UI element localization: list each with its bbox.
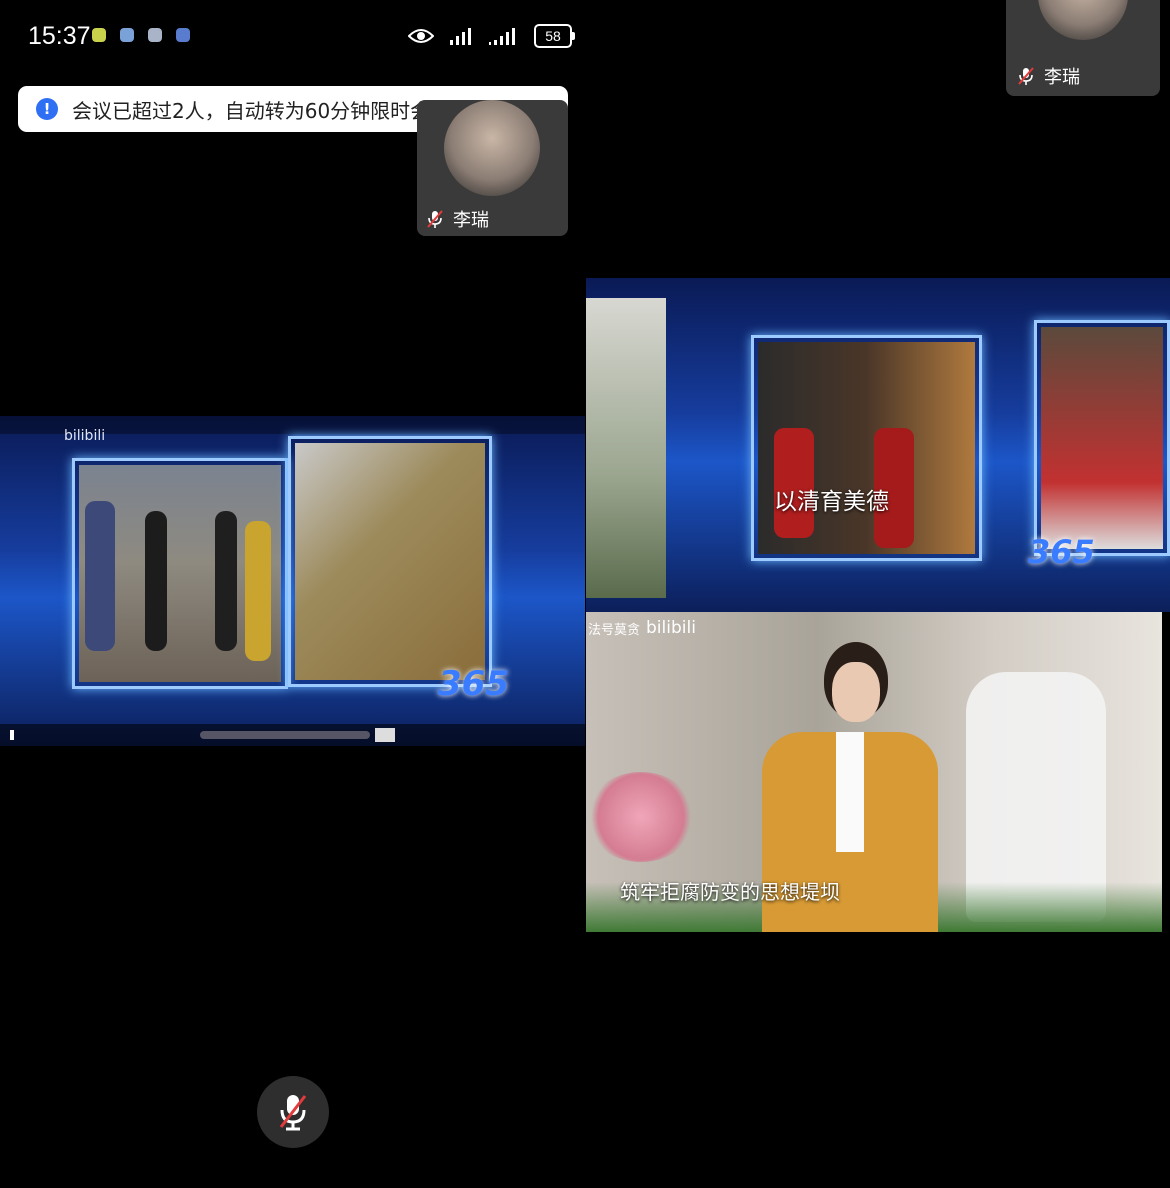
shared-video-right-top[interactable]: 以清育美德 365: [586, 278, 1170, 612]
avatar: [1038, 0, 1128, 40]
mic-muted-icon: [427, 210, 443, 228]
video-frame: [1034, 320, 1170, 556]
video-controls-bar[interactable]: [0, 724, 585, 746]
notification-dot-icon: [92, 28, 106, 42]
video-frame: [72, 458, 288, 689]
video-watermark: 法号莫贪 bilibili: [588, 618, 696, 638]
status-time: 15:37: [28, 22, 91, 50]
eye-icon: [408, 29, 434, 43]
app-icon: [176, 28, 190, 42]
participant-tile[interactable]: 李瑞: [417, 100, 568, 236]
mic-muted-icon: [279, 1095, 307, 1131]
battery-indicator: 58: [534, 24, 572, 48]
participant-name: 李瑞: [453, 210, 489, 231]
video-brand: bilibili: [64, 428, 106, 444]
shared-video-right-bottom[interactable]: 法号莫贪 bilibili 筑牢拒腐防变的思想堤坝: [586, 612, 1162, 932]
video-logo: 365: [438, 664, 509, 704]
app-icon: [120, 28, 134, 42]
participant-tile[interactable]: 李瑞: [1006, 0, 1160, 96]
avatar: [444, 100, 540, 196]
app-icon: [148, 28, 162, 42]
video-frame: [751, 335, 982, 561]
video-frame: [288, 436, 492, 687]
signal-icon: [489, 28, 515, 45]
video-logo: 365: [1028, 533, 1095, 571]
shared-video-left[interactable]: bilibili 365: [0, 416, 585, 746]
video-caption: 筑牢拒腐防变的思想堤坝: [620, 880, 840, 904]
video-caption: 以清育美德: [774, 489, 889, 515]
status-system-icons: 58: [408, 24, 575, 48]
mic-toggle-button[interactable]: [257, 1076, 329, 1148]
signal-icon: [450, 28, 471, 45]
participant-name: 李瑞: [1044, 67, 1080, 88]
info-icon: !: [36, 98, 58, 120]
status-notification-icons: [92, 28, 190, 42]
mic-muted-icon: [1018, 67, 1034, 85]
